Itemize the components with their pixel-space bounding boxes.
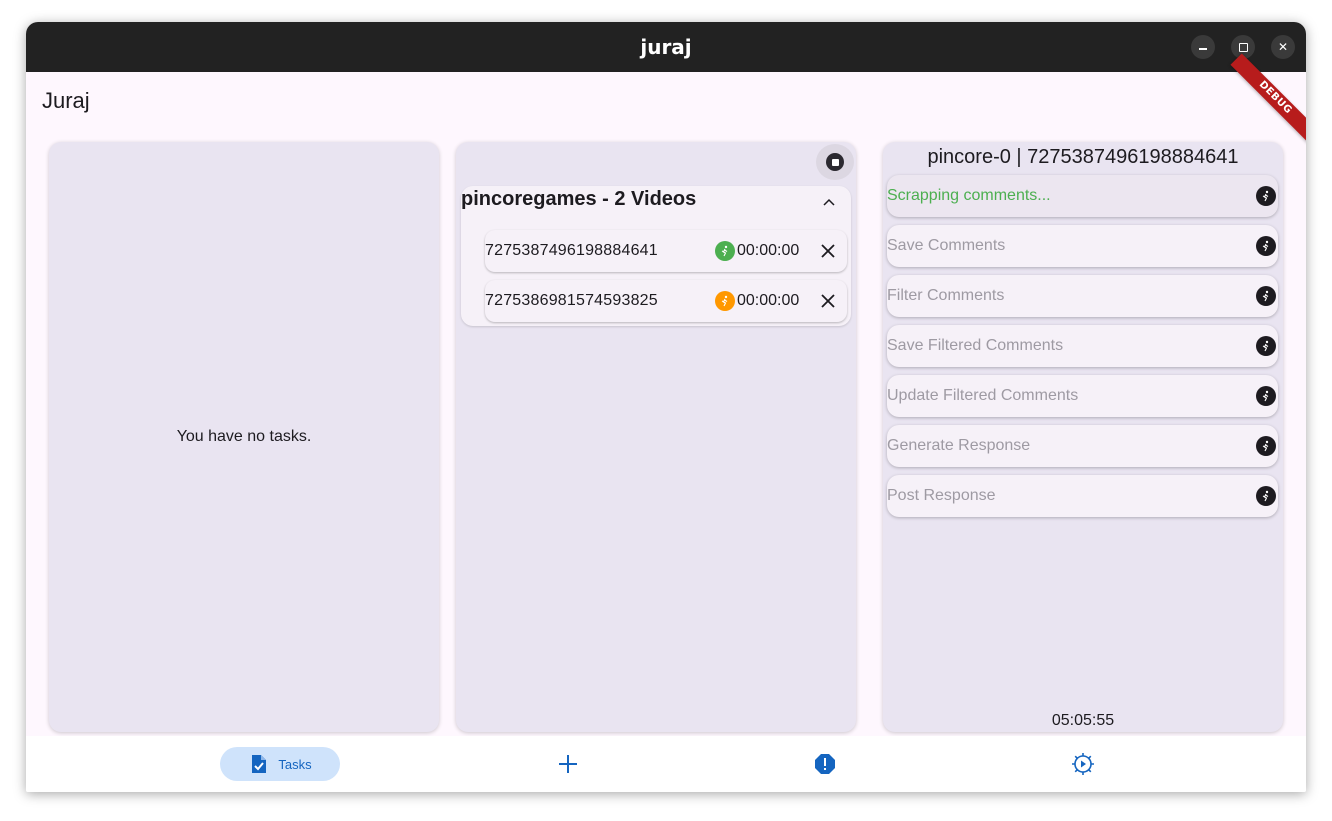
plus-icon — [559, 755, 577, 773]
run-icon — [1256, 236, 1276, 256]
video-id: 7275386981574593825 — [485, 292, 658, 309]
group-title: pincoregames - 2 Videos — [461, 188, 697, 210]
run-icon — [1256, 436, 1276, 456]
main-content: Juraj DEBUG You have no tasks. pincorega… — [26, 53, 1306, 736]
run-icon — [1256, 286, 1276, 306]
step-save-filtered-comments[interactable]: Save Filtered Comments — [887, 325, 1278, 367]
video-id: 7275387496198884641 — [485, 242, 658, 259]
nav-alerts[interactable] — [809, 747, 841, 781]
step-update-filtered-comments[interactable]: Update Filtered Comments — [887, 375, 1278, 417]
title-bar[interactable]: juraj ✕ — [26, 22, 1306, 72]
step-label: Post Response — [887, 487, 996, 504]
detail-title: pincore-0 | 7275387496198884641 — [927, 146, 1239, 168]
alert-octagon-icon — [815, 754, 835, 774]
nav-tasks[interactable]: Tasks — [220, 747, 340, 781]
remove-video-icon[interactable] — [819, 242, 837, 260]
run-icon — [1256, 186, 1276, 206]
run-icon — [1256, 486, 1276, 506]
step-label: Scrapping comments... — [887, 187, 1051, 204]
nav-settings[interactable] — [1067, 747, 1099, 781]
remove-video-icon[interactable] — [819, 292, 837, 310]
running-status-icon — [715, 241, 735, 261]
close-icon: ✕ — [1277, 40, 1289, 54]
minimize-icon — [1199, 48, 1207, 50]
step-filter-comments[interactable]: Filter Comments — [887, 275, 1278, 317]
app-window: juraj ✕ Juraj DEBUG You have no tasks. p… — [26, 22, 1306, 792]
run-icon — [1256, 336, 1276, 356]
window-title: juraj — [640, 35, 692, 59]
elapsed-timer: 05:05:55 — [1051, 712, 1115, 729]
stop-button[interactable] — [816, 144, 854, 180]
step-label: Generate Response — [887, 437, 1031, 454]
minimize-button[interactable] — [1191, 35, 1215, 59]
step-save-comments[interactable]: Save Comments — [887, 225, 1278, 267]
video-group-card[interactable]: pincoregames - 2 Videos 7275387496198884… — [461, 186, 851, 326]
detail-panel: pincore-0 | 7275387496198884641 Scrappin… — [883, 142, 1283, 732]
bottom-navigation: Tasks — [26, 736, 1306, 792]
nav-add[interactable] — [552, 747, 584, 781]
chevron-up-icon[interactable] — [821, 194, 837, 210]
step-post-response[interactable]: Post Response — [887, 475, 1278, 517]
step-label: Filter Comments — [887, 287, 1005, 304]
gear-icon — [1072, 753, 1094, 775]
step-generate-response[interactable]: Generate Response — [887, 425, 1278, 467]
tasks-panel: You have no tasks. — [49, 142, 439, 732]
page-title: Juraj — [42, 88, 90, 113]
close-window-button[interactable]: ✕ — [1271, 35, 1295, 59]
video-timer: 00:00:00 — [737, 242, 800, 259]
task-document-icon — [252, 755, 267, 773]
step-label: Save Comments — [887, 237, 1006, 254]
video-row[interactable]: 7275386981574593825 00:00:00 — [485, 280, 847, 322]
maximize-icon — [1238, 42, 1248, 52]
video-row[interactable]: 7275387496198884641 00:00:00 — [485, 230, 847, 272]
empty-tasks-message: You have no tasks. — [176, 428, 312, 445]
queue-panel: pincoregames - 2 Videos 7275387496198884… — [456, 142, 856, 732]
stop-icon — [826, 153, 844, 171]
step-label: Save Filtered Comments — [887, 337, 1064, 354]
pending-status-icon — [715, 291, 735, 311]
step-scrapping-comments[interactable]: Scrapping comments... — [887, 175, 1278, 217]
run-icon — [1256, 386, 1276, 406]
step-label: Update Filtered Comments — [887, 387, 1079, 404]
video-timer: 00:00:00 — [737, 292, 800, 309]
nav-tasks-label: Tasks — [278, 756, 312, 772]
